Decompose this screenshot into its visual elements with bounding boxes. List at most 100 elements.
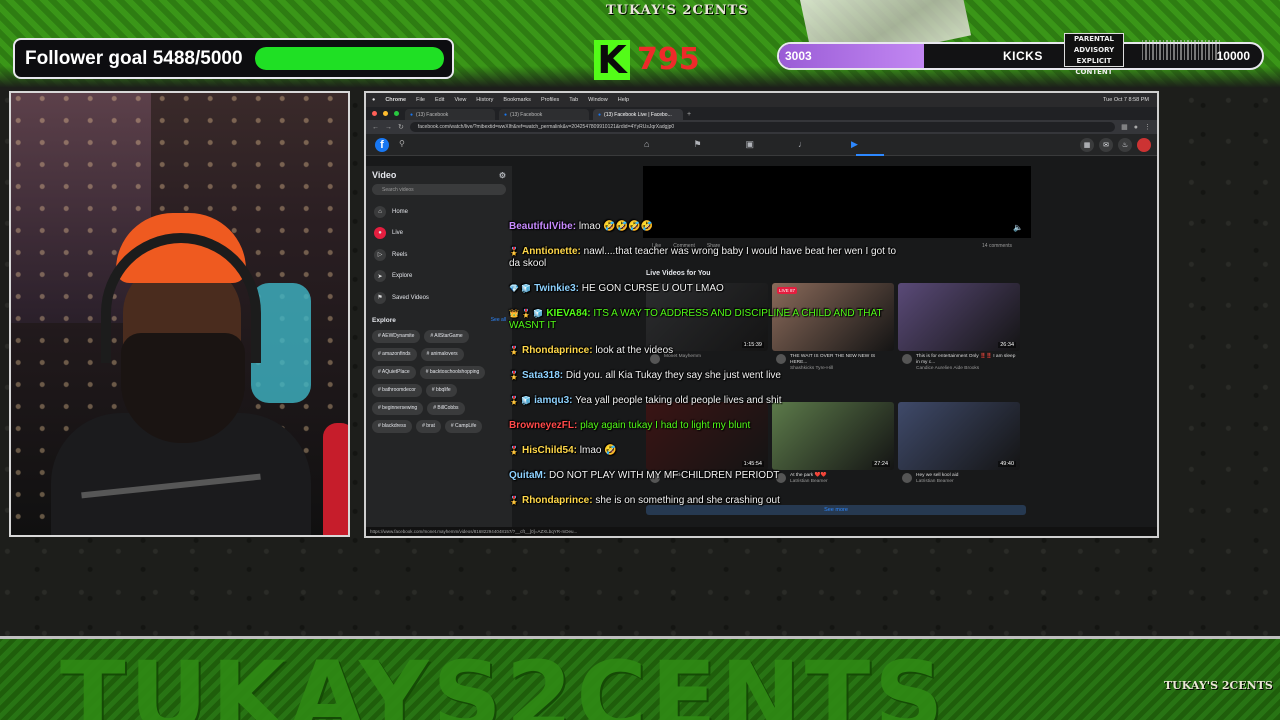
hashtag-chip[interactable]: # bathroomdecor xyxy=(372,383,422,397)
facebook-logo-icon[interactable]: f xyxy=(375,138,389,152)
menu-tab[interactable]: Tab xyxy=(569,97,578,103)
notifications-bell-icon[interactable]: ♨ xyxy=(1118,138,1132,152)
kicks-label: KICKS xyxy=(1003,49,1043,63)
chat-username: Twinkie3: xyxy=(534,283,579,294)
ads-nav-icon[interactable]: ♩ xyxy=(798,139,807,150)
tab-label: (13) Facebook xyxy=(416,111,449,118)
hashtag-chip[interactable]: # AQuietPlace xyxy=(372,365,416,379)
menu-grid-icon[interactable]: ▦ xyxy=(1080,138,1094,152)
video-card[interactable]: 26:34 This is for entertainment Only ‼️‼️… xyxy=(898,283,1020,397)
hashtag-chip[interactable]: # blackdress xyxy=(372,419,413,433)
chat-text: lmao 🤣🤣🤣🤣 xyxy=(578,221,654,232)
hashtag-chip[interactable]: # AEWDynamite xyxy=(372,329,421,343)
messenger-icon[interactable]: ✉ xyxy=(1099,138,1113,152)
chat-message: 🎖️ 🧊 iamqu3: Yea yall people taking old p… xyxy=(509,395,899,407)
search-icon[interactable]: ⚲ xyxy=(399,139,405,148)
stream-chat-overlay: BeautifulVibe: lmao 🤣🤣🤣🤣 🎖️ Anntionette: n… xyxy=(509,221,899,520)
menu-window[interactable]: Window xyxy=(588,97,608,103)
tab-bar: ● (13) Facebook ● (13) Facebook ● (13) Face… xyxy=(366,107,1157,120)
video-title[interactable]: This is for entertainment Only ‼️‼️ I am… xyxy=(916,354,1018,366)
sidebar-item-live[interactable]: ● Live xyxy=(372,223,506,245)
video-channel[interactable]: Candice Aurelien Aide Brooks xyxy=(916,366,1018,372)
sidebar-item-reels[interactable]: ▷ Reels xyxy=(372,244,506,266)
hashtag-chip[interactable]: # brat xyxy=(416,419,441,433)
menu-chrome[interactable]: Chrome xyxy=(385,97,406,103)
mac-menubar: ● Chrome File Edit View History Bookmark… xyxy=(366,93,1157,107)
menu-profiles[interactable]: Profiles xyxy=(541,97,559,103)
sidebar-item-label: Reels xyxy=(392,251,408,258)
chat-badges: 🎖️ xyxy=(509,496,519,505)
comments-count[interactable]: 14 comments xyxy=(982,243,1012,249)
apple-icon[interactable]: ● xyxy=(372,97,375,103)
video-duration: 49:40 xyxy=(998,461,1016,467)
home-nav-icon[interactable]: ⌂ xyxy=(644,139,649,150)
reload-icon[interactable]: ↻ xyxy=(398,123,404,131)
close-window-icon[interactable] xyxy=(372,111,377,116)
kebab-menu-icon[interactable]: ⋮ xyxy=(1144,123,1151,131)
chat-message: BrowneyezFL: play again tukay I had to l… xyxy=(509,420,899,432)
facebook-header: f ⚲ ⌂ ⚑ ▣ ♩ ▶ ▦ ✉ ♨ xyxy=(366,134,1157,156)
sidebar-item-label: Saved Videos xyxy=(392,294,429,301)
hashtag-chip[interactable]: # bbqlife xyxy=(425,383,457,397)
chat-username: BrowneyezFL: xyxy=(509,420,578,431)
menubar-clock[interactable]: Tue Oct 7 8:58 PM xyxy=(1103,97,1149,103)
menu-bookmarks[interactable]: Bookmarks xyxy=(503,97,531,103)
maximize-window-icon[interactable] xyxy=(394,111,399,116)
hashtag-chip[interactable]: # BillCobbs xyxy=(427,401,465,415)
chat-username: KIEVA84: xyxy=(546,308,591,319)
parental-advisory-badge: PARENTAL ADVISORY EXPLICIT CONTENT xyxy=(1064,33,1124,76)
menu-edit[interactable]: Edit xyxy=(435,97,444,103)
url-input[interactable]: facebook.com/watch/live/?mibextid=wwXIfr… xyxy=(409,122,1116,132)
video-thumbnail[interactable]: 49:40 xyxy=(898,402,1020,470)
menu-help[interactable]: Help xyxy=(618,97,629,103)
extensions-icon[interactable]: ▦ xyxy=(1121,123,1128,131)
facebook-favicon-icon: ● xyxy=(504,111,508,118)
facebook-nav: ⌂ ⚑ ▣ ♩ ▶ xyxy=(644,139,884,156)
account-avatar[interactable] xyxy=(1137,138,1151,152)
new-tab-icon[interactable]: + xyxy=(687,111,691,118)
pages-nav-icon[interactable]: ⚑ xyxy=(693,139,701,150)
watch-nav-icon[interactable]: ▶ xyxy=(851,139,858,150)
marketplace-nav-icon[interactable]: ▣ xyxy=(746,139,755,150)
hashtag-chip[interactable]: # backtoschoolshopping xyxy=(419,365,486,379)
chat-username: BeautifulVibe: xyxy=(509,221,577,232)
home-icon: ⌂ xyxy=(374,205,386,218)
menu-history[interactable]: History xyxy=(476,97,493,103)
browser-tab[interactable]: ● (13) Facebook xyxy=(499,109,589,120)
address-bar-row: ← → ↻ facebook.com/watch/live/?mibextid=… xyxy=(366,120,1157,134)
hashtag-chip[interactable]: # AllStarGame xyxy=(424,329,469,343)
menu-file[interactable]: File xyxy=(416,97,425,103)
video-card[interactable]: 49:40 Hey we sell kool aid Latristian Beam… xyxy=(898,402,1020,516)
search-videos-input[interactable]: Search videos xyxy=(372,184,506,195)
menu-view[interactable]: View xyxy=(454,97,466,103)
video-channel[interactable]: Latristian Beamer xyxy=(916,479,1018,485)
chat-text: she is on something and she crashing out xyxy=(595,495,780,506)
hashtag-chip[interactable]: # amazonfinds xyxy=(372,347,417,361)
browser-tab[interactable]: ● (13) Facebook xyxy=(405,109,495,120)
see-all-link[interactable]: See all xyxy=(491,317,506,324)
chat-badges: 🎖️ xyxy=(509,247,519,256)
explore-heading: Explore xyxy=(372,316,396,324)
chat-message: 🎖️ Rhondaprince: look at the videos xyxy=(509,345,899,357)
microphone xyxy=(323,423,348,535)
sidebar-item-saved[interactable]: ⚑ Saved Videos xyxy=(372,287,506,309)
sidebar-title-row: Video ⚙ xyxy=(372,170,506,180)
sidebar-item-home[interactable]: ⌂ Home xyxy=(372,201,506,223)
profile-icon[interactable]: ● xyxy=(1134,124,1138,131)
volume-icon[interactable]: 🔈 xyxy=(1013,223,1023,232)
hashtag-chip[interactable]: # animalovers xyxy=(420,347,464,361)
sidebar-item-label: Live xyxy=(392,230,404,237)
back-icon[interactable]: ← xyxy=(372,124,379,131)
video-thumbnail[interactable]: 26:34 xyxy=(898,283,1020,351)
forward-icon[interactable]: → xyxy=(385,124,392,131)
browser-tab-active[interactable]: ● (13) Facebook Live | Facebo... xyxy=(593,109,683,120)
chat-username: QuitaM: xyxy=(509,470,547,481)
chat-message: 🎖️ HisChild54: lmao 🤣 xyxy=(509,445,899,457)
link-status-bar: https://www.facebook.com/monet.mayhemm/v… xyxy=(366,527,1157,536)
hashtag-chip[interactable]: # beginnersewing xyxy=(372,401,424,415)
chat-username: Rhondaprince: xyxy=(521,345,593,356)
hashtag-chip[interactable]: # CampLife xyxy=(444,419,483,433)
sidebar-item-explore[interactable]: ➤ Explore xyxy=(372,266,506,288)
minimize-window-icon[interactable] xyxy=(383,111,388,116)
gear-icon[interactable]: ⚙ xyxy=(499,171,506,180)
